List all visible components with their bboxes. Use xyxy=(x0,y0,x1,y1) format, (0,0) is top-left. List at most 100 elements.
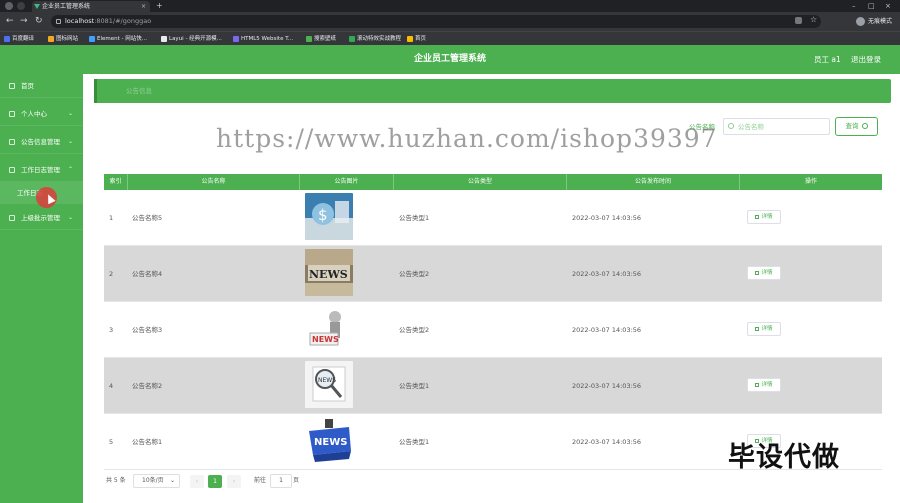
cell-name: 公告名称2 xyxy=(132,382,163,390)
site-info-icon[interactable] xyxy=(56,19,61,24)
cell-name: 公告名称1 xyxy=(132,438,163,446)
browser-menu-icon[interactable] xyxy=(5,2,13,10)
news-blue-image: NEWS xyxy=(305,417,353,464)
sidebar-item-home[interactable]: 首页 xyxy=(0,74,83,98)
sidebar-item-announcements[interactable]: 公告信息管理 ⌄ xyxy=(0,130,83,154)
url-host: localhost xyxy=(65,17,95,25)
bookmark-item[interactable]: 百度翻译 xyxy=(4,34,34,44)
news-figure-image: NEWS xyxy=(305,305,353,352)
page-size-select[interactable]: 10条/页 ⌄ xyxy=(133,474,180,488)
cell-time: 2022-03-07 14:03:56 xyxy=(572,326,642,334)
cell-index: 3 xyxy=(109,326,114,334)
goto-page-input[interactable]: 1 xyxy=(270,474,292,488)
bookmark-favicon-icon xyxy=(407,35,413,42)
svg-text:NEWS: NEWS xyxy=(318,377,336,384)
sidebar-item-profile[interactable]: 个人中心 ⌄ xyxy=(0,102,83,126)
detail-button[interactable]: 详情 xyxy=(747,378,781,392)
detail-button[interactable]: 详情 xyxy=(747,266,781,280)
bookmark-item[interactable]: Layui - 经典开源模... xyxy=(161,34,222,44)
bookmark-item[interactable]: HTML5 Website T... xyxy=(233,34,293,44)
bookmark-item[interactable]: 图标网站 xyxy=(48,34,78,44)
search-icon xyxy=(861,123,868,129)
reload-icon[interactable]: ↻ xyxy=(35,15,43,27)
table-row: 4 公告名称2 NEWS 公告类型1 2022-03-07 14:03:56 详… xyxy=(104,358,882,414)
search-button[interactable]: 查询 xyxy=(835,117,878,136)
browser-tab-bar: 企业员工管理系统 × + – □ × xyxy=(0,0,900,12)
search-input[interactable] xyxy=(723,118,830,135)
cell-index: 1 xyxy=(109,214,114,222)
bookmark-favicon-icon xyxy=(48,35,54,42)
cell-index: 4 xyxy=(109,382,114,390)
chevron-down-icon: ⌄ xyxy=(67,110,73,117)
url-field[interactable]: localhost:8081/#/gonggao xyxy=(51,15,821,28)
goto-label: 前往 xyxy=(254,477,267,484)
sidebar-item-work-log[interactable]: 工作日志管理 ⌃ xyxy=(0,158,83,182)
cell-name: 公告名称3 xyxy=(132,326,163,334)
news-letters-image: NEWS xyxy=(305,249,353,296)
minimize-icon[interactable]: – xyxy=(852,0,856,12)
bookmark-item[interactable]: 滚动特效实战教程 xyxy=(349,34,401,44)
detail-button[interactable]: 详情 xyxy=(747,210,781,224)
cell-type: 公告类型1 xyxy=(399,214,430,222)
instruction-icon xyxy=(9,215,15,221)
table-row: 2 公告名称4 NEWS 公告类型2 2022-03-07 14:03:56 详… xyxy=(104,246,882,302)
profile-label: 无痕模式 xyxy=(867,18,892,25)
tab-search-icon[interactable] xyxy=(17,2,25,10)
search-icon xyxy=(728,123,734,129)
breadcrumb-label: 公告信息 xyxy=(126,87,152,95)
column-header: 操作 xyxy=(804,178,817,185)
page-number-current[interactable]: 1 xyxy=(208,475,222,488)
sidebar-item-label: 工作日志管理 xyxy=(21,166,60,174)
edit-icon xyxy=(755,270,760,275)
sidebar-item-instructions[interactable]: 上级批示管理 ⌄ xyxy=(0,206,83,230)
sidebar-item-label: 公告信息管理 xyxy=(21,138,60,146)
cell-time: 2022-03-07 14:03:56 xyxy=(572,438,642,446)
bookmark-favicon-icon xyxy=(233,35,239,42)
cell-type: 公告类型1 xyxy=(399,438,430,446)
bookmark-star-icon[interactable]: ☆ xyxy=(810,15,817,24)
logout-link[interactable]: 退出登录 xyxy=(851,45,881,74)
cell-type: 公告类型1 xyxy=(399,382,430,390)
prev-page-button[interactable]: ‹ xyxy=(190,475,204,488)
breadcrumb-accent xyxy=(94,79,97,103)
translate-icon[interactable] xyxy=(795,17,802,24)
window-close-icon[interactable]: × xyxy=(885,0,891,12)
close-tab-icon[interactable]: × xyxy=(141,1,146,12)
bookmark-item[interactable]: Element - 网站快... xyxy=(89,34,147,44)
chevron-down-icon: ⌄ xyxy=(67,138,73,145)
breadcrumb xyxy=(94,79,891,103)
browser-tab[interactable]: 企业员工管理系统 × xyxy=(32,1,150,12)
dollar-image: $ xyxy=(305,193,353,240)
watermark-text: https://www.huzhan.com/ishop39397 xyxy=(216,124,718,153)
incognito-icon xyxy=(855,17,865,26)
incognito-profile[interactable]: 无痕模式 xyxy=(855,15,892,28)
sidebar-item-label: 上级批示管理 xyxy=(21,214,60,222)
bookmark-item[interactable]: 搜索壁纸 xyxy=(306,34,336,44)
current-user: 员工 a1 xyxy=(814,55,841,64)
cell-index: 5 xyxy=(109,438,114,446)
sidebar: 首页 个人中心 ⌄ 公告信息管理 ⌄ 工作日志管理 ⌃ 工作日志 上级批示管理 … xyxy=(0,74,83,503)
forward-arrow-icon[interactable]: → xyxy=(20,15,28,27)
search-button-label: 查询 xyxy=(845,122,859,130)
back-arrow-icon[interactable]: ← xyxy=(6,15,14,27)
column-header: 公告发布时间 xyxy=(567,174,740,190)
table-row: 1 公告名称5 $ 公告类型1 2022-03-07 14:03:56 详情 xyxy=(104,190,882,246)
goto-suffix: 页 xyxy=(293,477,300,484)
bookmark-favicon-icon xyxy=(161,35,167,42)
column-header: 公告图片 xyxy=(300,174,394,190)
chevron-down-icon: ⌄ xyxy=(67,214,73,221)
bookmark-item[interactable]: 首页 xyxy=(407,34,426,44)
table-header: 索引 公告名称 公告图片 公告类型 公告发布时间 操作 xyxy=(104,174,882,190)
maximize-icon[interactable]: □ xyxy=(868,0,875,12)
edit-icon xyxy=(755,382,760,387)
bookmarks-bar: 百度翻译 图标网站 Element - 网站快... Layui - 经典开源模… xyxy=(0,31,900,45)
vue-logo-icon xyxy=(34,4,40,9)
tab-title: 企业员工管理系统 xyxy=(42,3,91,10)
detail-button[interactable]: 详情 xyxy=(747,322,781,336)
new-tab-button[interactable]: + xyxy=(156,0,163,12)
bookmark-favicon-icon xyxy=(306,35,312,42)
notice-icon xyxy=(9,139,15,145)
column-header: 索引 xyxy=(104,174,128,190)
next-page-button[interactable]: › xyxy=(227,475,241,488)
svg-text:NEWS: NEWS xyxy=(314,437,347,448)
